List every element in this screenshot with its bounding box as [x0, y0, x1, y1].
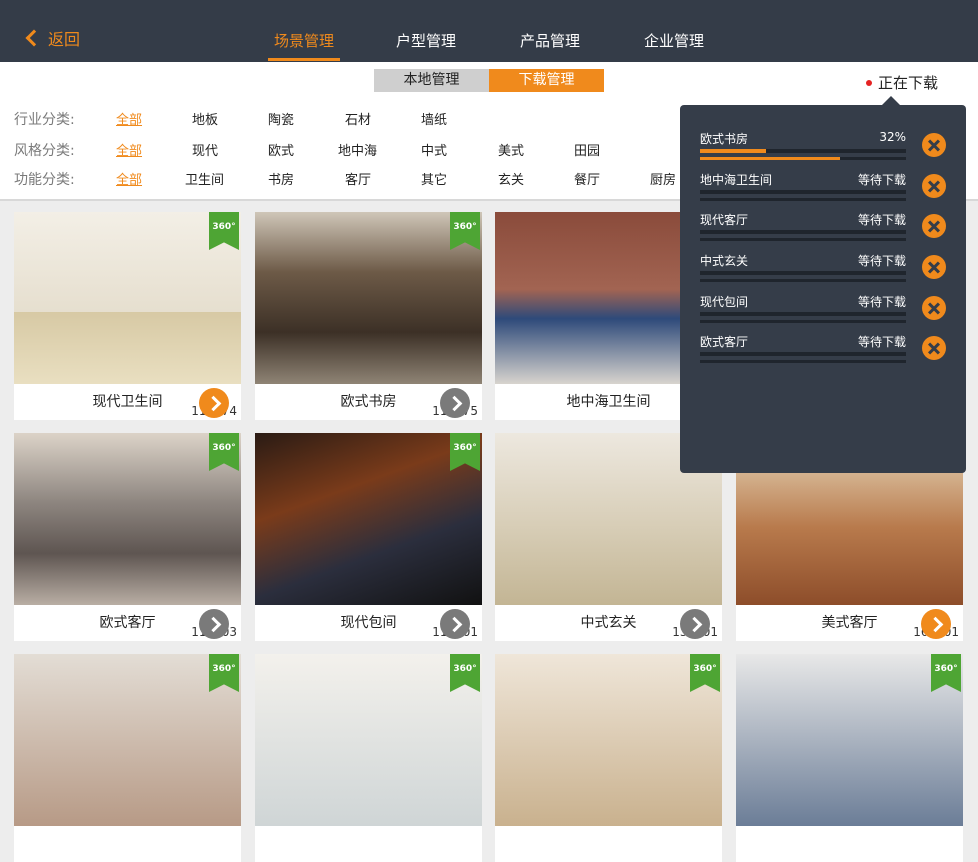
download-progress-bar — [700, 352, 906, 356]
download-item-name: 欧式客厅 — [700, 335, 749, 349]
scene-card[interactable]: 360° 119501 现代包间 — [255, 433, 482, 641]
filter-option[interactable]: 全部 — [116, 140, 142, 159]
download-secondary-bar — [700, 360, 906, 363]
filter-option[interactable]: 厨房 — [650, 169, 676, 188]
download-secondary-bar — [700, 198, 906, 201]
download-queue-popup: 欧式书房 32% 地中海卫生间 等待下载 现代客厅 等待下载 中式玄关 等待下载… — [680, 96, 966, 473]
download-secondary-fill — [700, 157, 841, 160]
local-management-tab[interactable]: 本地管理 — [374, 69, 489, 92]
tab-scene-management[interactable]: 场景管理 — [267, 30, 341, 61]
download-progress-bar — [700, 312, 906, 316]
arrow-right-icon[interactable] — [680, 609, 710, 639]
download-secondary-bar — [700, 320, 906, 323]
status-dot-icon — [866, 79, 872, 86]
download-item-status: 32% — [879, 130, 906, 144]
download-item: 中式玄关 等待下载 — [700, 252, 946, 282]
download-item-status: 等待下载 — [857, 295, 906, 309]
filter-option[interactable]: 其它 — [421, 169, 447, 188]
filter-option[interactable]: 墙纸 — [421, 109, 447, 128]
download-item-status: 等待下载 — [857, 335, 906, 349]
scene-card[interactable]: 360° 116475 欧式书房 — [255, 212, 482, 420]
close-icon[interactable] — [922, 214, 946, 238]
filter-label: 风格分类: — [14, 143, 75, 159]
filter-option[interactable]: 客厅 — [345, 169, 371, 188]
scene-card[interactable]: 360° — [255, 654, 482, 862]
download-item-name: 中式玄关 — [700, 254, 749, 268]
download-item: 欧式书房 32% — [700, 130, 946, 160]
scene-card[interactable]: 360° 111503 欧式客厅 — [14, 433, 241, 641]
scene-thumbnail — [255, 654, 482, 826]
arrow-right-icon[interactable] — [199, 609, 229, 639]
tab-product-management[interactable]: 产品管理 — [520, 30, 580, 51]
arrow-right-icon[interactable] — [199, 388, 229, 418]
download-secondary-bar — [700, 279, 906, 282]
close-icon[interactable] — [922, 336, 946, 360]
scene-thumbnail — [736, 654, 963, 826]
download-progress-bar — [700, 271, 906, 275]
filter-option[interactable]: 欧式 — [268, 140, 294, 159]
close-icon[interactable] — [922, 255, 946, 279]
download-item: 欧式客厅 等待下载 — [700, 333, 946, 363]
download-status-indicator[interactable]: 正在下载 — [866, 72, 938, 93]
download-item-name: 现代包间 — [700, 295, 749, 309]
download-progress-fill — [700, 149, 766, 153]
filter-option[interactable]: 地板 — [192, 109, 218, 128]
scene-thumbnail — [495, 654, 722, 826]
download-progress-bar — [700, 190, 906, 194]
filter-option[interactable]: 全部 — [116, 169, 142, 188]
download-secondary-bar — [700, 238, 906, 241]
top-nav-bar: 返回 场景管理 户型管理 产品管理 企业管理 — [0, 0, 978, 62]
download-item-name: 地中海卫生间 — [700, 173, 773, 187]
filter-label: 行业分类: — [14, 112, 75, 128]
scene-card[interactable]: 360° — [495, 654, 722, 862]
close-icon[interactable] — [922, 296, 946, 320]
scene-card[interactable]: 360° 115474 现代卫生间 — [14, 212, 241, 420]
scene-thumbnail — [255, 433, 482, 605]
filter-label: 功能分类: — [14, 172, 75, 188]
download-management-tab[interactable]: 下载管理 — [489, 69, 604, 92]
arrow-right-icon[interactable] — [921, 609, 951, 639]
scene-card[interactable]: 360° — [14, 654, 241, 862]
chevron-left-icon — [25, 29, 43, 47]
arrow-right-icon[interactable] — [440, 388, 470, 418]
arrow-right-icon[interactable] — [440, 609, 470, 639]
download-progress-bar — [700, 230, 906, 234]
filter-option[interactable]: 美式 — [498, 140, 524, 159]
filter-option[interactable]: 玄关 — [498, 169, 524, 188]
scene-thumbnail — [14, 654, 241, 826]
filter-option[interactable]: 书房 — [268, 169, 294, 188]
filter-option[interactable]: 石材 — [345, 109, 371, 128]
back-label: 返回 — [48, 30, 81, 49]
download-item: 地中海卫生间 等待下载 — [700, 171, 946, 201]
download-status-label: 正在下载 — [878, 74, 939, 92]
download-item-status: 等待下载 — [857, 254, 906, 268]
scene-thumbnail — [255, 212, 482, 384]
scene-thumbnail — [14, 433, 241, 605]
download-item: 现代包间 等待下载 — [700, 293, 946, 323]
filter-option[interactable]: 卫生间 — [185, 169, 224, 188]
back-button[interactable]: 返回 — [25, 26, 81, 50]
filter-option[interactable]: 田园 — [574, 140, 600, 159]
download-item-status: 等待下载 — [857, 173, 906, 187]
filter-option[interactable]: 陶瓷 — [268, 109, 294, 128]
download-item-name: 欧式书房 — [700, 132, 749, 146]
filter-option[interactable]: 现代 — [192, 140, 218, 159]
tab-floorplan-management[interactable]: 户型管理 — [396, 30, 456, 51]
download-item-name: 现代客厅 — [700, 213, 749, 227]
close-icon[interactable] — [922, 174, 946, 198]
filter-option[interactable]: 中式 — [421, 140, 447, 159]
local-download-toggle: 本地管理 下载管理 — [374, 69, 604, 92]
download-item: 现代客厅 等待下载 — [700, 211, 946, 241]
download-item-status: 等待下载 — [857, 213, 906, 227]
filter-option[interactable]: 地中海 — [338, 140, 377, 159]
scene-card[interactable]: 360° — [736, 654, 963, 862]
tab-enterprise-management[interactable]: 企业管理 — [644, 30, 704, 51]
scene-thumbnail — [14, 212, 241, 384]
close-icon[interactable] — [922, 133, 946, 157]
filter-option[interactable]: 全部 — [116, 109, 142, 128]
download-secondary-bar — [700, 157, 906, 160]
filter-option[interactable]: 餐厅 — [574, 169, 600, 188]
download-progress-bar — [700, 149, 906, 153]
